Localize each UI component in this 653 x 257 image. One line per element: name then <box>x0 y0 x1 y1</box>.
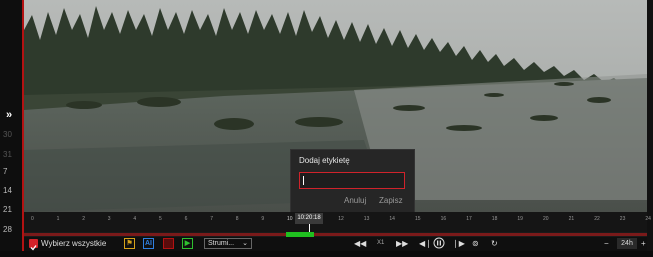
timeline-hour-label: 20 <box>543 216 549 222</box>
right-strip <box>647 0 653 251</box>
timeline-hour-label: 8 <box>235 216 239 222</box>
timeline-hour-label: 9 <box>261 216 265 222</box>
zoom-out-button[interactable]: − <box>604 238 609 249</box>
rewind-icon[interactable]: ◀◀ <box>354 239 366 248</box>
chevron-down-icon: ⌄ <box>242 240 248 247</box>
previous-frame-icon[interactable]: ◀❘ <box>419 239 432 248</box>
date-label[interactable]: 30 <box>3 130 12 139</box>
fast-forward-icon[interactable]: ▶▶ <box>396 239 408 248</box>
date-label[interactable]: 31 <box>3 150 12 159</box>
date-label[interactable]: 7 <box>3 167 7 176</box>
snapshot-icon[interactable]: ⊚ <box>472 239 479 248</box>
current-time-label: 10:20:18 <box>295 213 323 224</box>
timeline-hour-label: 14 <box>389 216 395 222</box>
timeline-hour-label: 2 <box>82 216 85 222</box>
timeline-hour-label: 7 <box>210 216 213 222</box>
stream-select[interactable]: Strumi... ⌄ <box>204 238 252 249</box>
timeline-hour-label: 0 <box>31 216 34 222</box>
next-frame-icon[interactable]: ❘▶ <box>452 239 465 248</box>
recording-segment <box>24 233 647 236</box>
date-panel: » 30 31 7 14 21 28 <box>0 0 22 251</box>
stream-select-value: Strumi... <box>208 240 235 247</box>
timeline-hour-label: 17 <box>466 216 472 222</box>
zoom-in-button[interactable]: + <box>641 238 646 249</box>
timeline-hour-label: 19 <box>517 216 523 222</box>
cancel-button[interactable]: Anuluj <box>344 196 366 205</box>
timeline-hour-label: 15 <box>415 216 421 222</box>
tag-input[interactable] <box>299 172 405 189</box>
video-icon[interactable]: ▶ <box>182 238 193 249</box>
dialog-title: Dodaj etykietę <box>299 156 350 165</box>
text-caret <box>303 176 304 185</box>
alarm-icon[interactable] <box>163 238 174 249</box>
timeline-hour-label: 22 <box>594 216 600 222</box>
timeline-hour-label: 6 <box>184 216 188 222</box>
timeline-hour-label: 10 <box>287 216 293 222</box>
timeline-hour-label: 12 <box>338 216 344 222</box>
timeline-hour-label: 13 <box>363 216 370 222</box>
timeline-hour-label: 16 <box>440 216 447 222</box>
zoom-level[interactable]: 24h <box>617 238 637 249</box>
collapse-panel-icon[interactable]: » <box>6 109 12 121</box>
timeline-hour-label: 21 <box>568 216 575 222</box>
select-all-checkbox[interactable] <box>29 239 38 251</box>
timeline-hour-label: 18 <box>491 216 498 222</box>
timeline-hour-label: 4 <box>133 216 137 222</box>
timeline-hour-label: 24 <box>645 216 651 222</box>
timeline-hour-label: 3 <box>107 216 111 222</box>
timeline-ruler[interactable]: 0123456789101112131415161718192021222324… <box>24 212 651 234</box>
date-label[interactable]: 14 <box>3 186 12 195</box>
ai-icon[interactable]: AI <box>143 238 154 249</box>
date-label[interactable]: 28 <box>3 225 12 234</box>
refresh-icon[interactable]: ↻ <box>491 239 498 248</box>
pause-icon[interactable] <box>433 237 445 251</box>
select-all-label[interactable]: Wybierz wszystkie <box>41 239 106 248</box>
timeline-hour-label: 1 <box>56 216 60 222</box>
date-label[interactable]: 21 <box>3 205 12 214</box>
add-tag-dialog: Dodaj etykietę Anuluj Zapisz <box>290 149 415 214</box>
timeline-hour-label: 23 <box>619 216 626 222</box>
playback-toolbar: Wybierz wszystkie ⚑ AI ▶ Strumi... ⌄ ◀◀ … <box>24 237 647 251</box>
speed-label: X1 <box>377 240 385 246</box>
timeline-hour-label: 5 <box>159 216 162 222</box>
motion-detection-icon[interactable]: ⚑ <box>124 238 135 249</box>
save-button[interactable]: Zapisz <box>379 196 403 205</box>
